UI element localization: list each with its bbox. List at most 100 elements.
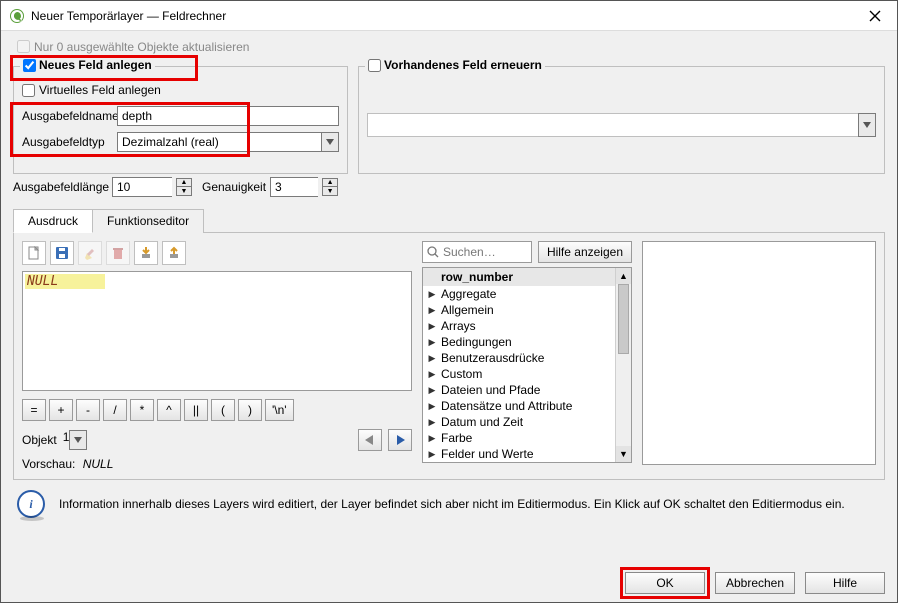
- op-divide[interactable]: /: [103, 399, 127, 421]
- precision-input[interactable]: 3: [270, 177, 318, 197]
- output-name-input[interactable]: depth: [117, 106, 339, 126]
- preview-row: Vorschau: NULL: [22, 457, 412, 471]
- tree-item[interactable]: ▶Datensätze und Attribute: [423, 398, 631, 414]
- update-field-label: Vorhandenes Feld erneuern: [384, 58, 542, 72]
- tree-item[interactable]: ▶Aggregate: [423, 286, 631, 302]
- op-power[interactable]: ^: [157, 399, 181, 421]
- virtual-field-row: Virtuelles Feld anlegen: [22, 79, 339, 101]
- help-column: [642, 241, 876, 471]
- tree-item-row-number[interactable]: row_number: [423, 268, 631, 286]
- tab-expression[interactable]: Ausdruck: [13, 209, 93, 233]
- scroll-thumb[interactable]: [618, 284, 629, 354]
- new-field-group-title[interactable]: Neues Feld anlegen: [20, 58, 155, 72]
- tree-item[interactable]: ▶Farbe: [423, 430, 631, 446]
- scrollbar[interactable]: ▲ ▼: [615, 268, 631, 462]
- window-title: Neuer Temporärlayer — Feldrechner: [31, 9, 861, 23]
- cancel-button[interactable]: Abbrechen: [715, 572, 795, 594]
- chevron-down-icon[interactable]: [69, 430, 87, 450]
- prev-feature-button[interactable]: [358, 429, 382, 451]
- app-logo-icon: [9, 8, 25, 24]
- dialog-window: Neuer Temporärlayer — Feldrechner Nur 0 …: [0, 0, 898, 603]
- feature-row: Objekt 1: [22, 429, 412, 451]
- delete-icon: [106, 241, 130, 265]
- import-icon[interactable]: [134, 241, 158, 265]
- expression-panel: NULL = + - / * ^ || ( ) '\n': [13, 232, 885, 480]
- chevron-right-icon: ▶: [427, 305, 437, 316]
- next-feature-button[interactable]: [388, 429, 412, 451]
- tree-item[interactable]: ▶Arrays: [423, 318, 631, 334]
- output-type-select[interactable]: Dezimalzahl (real): [117, 132, 339, 152]
- chevron-right-icon: ▶: [427, 401, 437, 412]
- preview-label: Vorschau:: [22, 457, 75, 471]
- scroll-track[interactable]: [616, 284, 631, 446]
- chevron-right-icon: ▶: [427, 353, 437, 364]
- output-length-input[interactable]: 10: [112, 177, 172, 197]
- tree-item[interactable]: ▶Allgemein: [423, 302, 631, 318]
- tab-function-editor[interactable]: Funktionseditor: [92, 209, 204, 233]
- tree-item[interactable]: ▶Bedingungen: [423, 334, 631, 350]
- close-icon[interactable]: [861, 8, 889, 24]
- op-minus[interactable]: -: [76, 399, 100, 421]
- export-icon[interactable]: [162, 241, 186, 265]
- feature-select[interactable]: 1: [63, 430, 352, 450]
- expression-null-token: NULL: [25, 274, 105, 289]
- update-field-select[interactable]: [367, 113, 876, 137]
- new-field-group: Neues Feld anlegen Virtuelles Feld anleg…: [13, 66, 348, 174]
- new-field-checkbox[interactable]: [23, 59, 36, 72]
- titlebar: Neuer Temporärlayer — Feldrechner: [1, 1, 897, 31]
- info-icon: i: [17, 490, 45, 518]
- tree-item[interactable]: ▶Felder und Werte: [423, 446, 631, 462]
- update-field-group: Vorhandenes Feld erneuern: [358, 66, 885, 174]
- chevron-right-icon: ▶: [427, 337, 437, 348]
- feature-label: Objekt: [22, 433, 57, 447]
- output-type-label: Ausgabefeldtyp: [22, 135, 117, 149]
- op-paren-open[interactable]: (: [211, 399, 235, 421]
- chevron-right-icon: ▶: [427, 369, 437, 380]
- op-equals[interactable]: =: [22, 399, 46, 421]
- scroll-down-icon[interactable]: ▼: [616, 446, 631, 462]
- op-paren-close[interactable]: ): [238, 399, 262, 421]
- precision-spinner[interactable]: ▲▼: [322, 178, 338, 196]
- info-row: i Information innerhalb dieses Layers wi…: [17, 490, 881, 518]
- chevron-down-icon[interactable]: [858, 113, 876, 137]
- update-field-group-title[interactable]: Vorhandenes Feld erneuern: [365, 58, 545, 72]
- update-field-checkbox[interactable]: [368, 59, 381, 72]
- preview-value: NULL: [83, 457, 114, 471]
- expression-toolbar: [22, 241, 412, 265]
- chevron-down-icon[interactable]: [321, 132, 339, 152]
- tree-item[interactable]: ▶Benutzerausdrücke: [423, 350, 631, 366]
- function-tree[interactable]: row_number ▶Aggregate▶Allgemein▶Arrays▶B…: [422, 267, 632, 463]
- tree-item[interactable]: ▶Geometrie: [423, 462, 631, 463]
- virtual-field-label: Virtuelles Feld anlegen: [39, 83, 161, 97]
- length-spinner[interactable]: ▲▼: [176, 178, 192, 196]
- show-help-button[interactable]: Hilfe anzeigen: [538, 241, 632, 263]
- tree-item[interactable]: ▶Dateien und Pfade: [423, 382, 631, 398]
- output-name-row: Ausgabefeldname depth: [22, 105, 339, 127]
- search-icon: [427, 246, 439, 258]
- scroll-up-icon[interactable]: ▲: [616, 268, 631, 284]
- op-multiply[interactable]: *: [130, 399, 154, 421]
- function-search-row: Suchen… Hilfe anzeigen: [422, 241, 632, 263]
- op-newline[interactable]: '\n': [265, 399, 294, 421]
- chevron-right-icon: ▶: [427, 321, 437, 332]
- op-plus[interactable]: +: [49, 399, 73, 421]
- save-icon[interactable]: [50, 241, 74, 265]
- edit-icon: [78, 241, 102, 265]
- help-button[interactable]: Hilfe: [805, 572, 885, 594]
- new-file-icon[interactable]: [22, 241, 46, 265]
- tab-bar: Ausdruck Funktionseditor: [13, 208, 885, 232]
- function-search-input[interactable]: Suchen…: [422, 241, 532, 263]
- field-groups-row: Neues Feld anlegen Virtuelles Feld anleg…: [13, 58, 885, 174]
- new-field-label: Neues Feld anlegen: [39, 58, 152, 72]
- length-precision-row: Ausgabefeldlänge 10 ▲▼ Genauigkeit 3 ▲▼: [13, 176, 885, 198]
- tree-item[interactable]: ▶Datum und Zeit: [423, 414, 631, 430]
- help-text-area: [642, 241, 876, 465]
- tree-item[interactable]: ▶Custom: [423, 366, 631, 382]
- output-length-label: Ausgabefeldlänge: [13, 180, 108, 194]
- virtual-field-checkbox[interactable]: [22, 84, 35, 97]
- ok-button[interactable]: OK: [625, 572, 705, 594]
- expression-textarea[interactable]: NULL: [22, 271, 412, 391]
- operator-row: = + - / * ^ || ( ) '\n': [22, 399, 412, 421]
- op-concat[interactable]: ||: [184, 399, 208, 421]
- chevron-right-icon: ▶: [427, 433, 437, 444]
